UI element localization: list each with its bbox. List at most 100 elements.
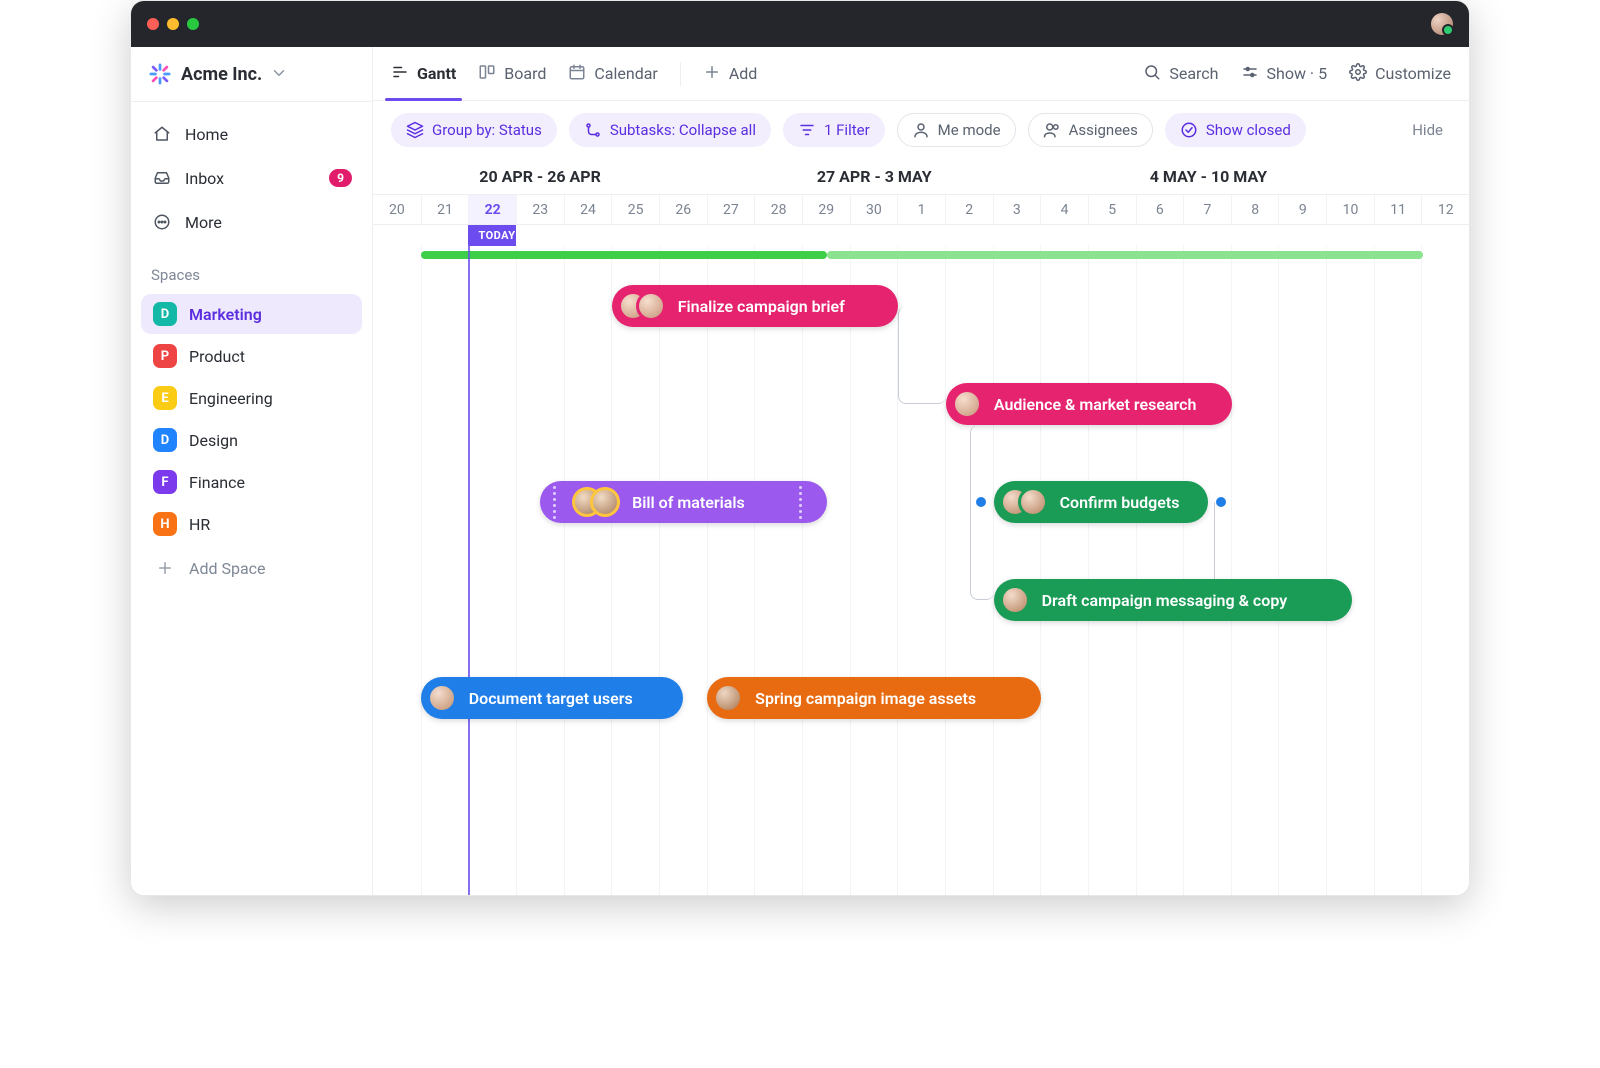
day-header: 20 [373, 195, 421, 224]
plus-icon [703, 63, 721, 85]
drag-handle-icon[interactable] [550, 486, 558, 519]
space-badge: F [153, 470, 177, 494]
nav-home[interactable]: Home [141, 114, 362, 154]
assignee-avatars [427, 683, 457, 713]
assignee-avatars [1000, 487, 1048, 517]
avatar [1000, 585, 1030, 615]
dependency-line [898, 306, 946, 404]
day-header: 2 [945, 195, 993, 224]
task-label: Finalize campaign brief [678, 297, 845, 316]
day-header: 22 [468, 195, 516, 224]
space-badge: D [153, 302, 177, 326]
layers-icon [406, 121, 424, 139]
assignee-avatars [572, 487, 620, 517]
drag-handle-icon[interactable] [797, 486, 805, 519]
assignee-avatars [713, 683, 743, 713]
task-bar[interactable]: Confirm budgets [994, 481, 1209, 523]
sliders-icon [1241, 63, 1259, 85]
space-marketing[interactable]: DMarketing [141, 294, 362, 334]
me-mode-chip[interactable]: Me mode [897, 113, 1016, 147]
check-circle-icon [1180, 121, 1198, 139]
task-bar[interactable]: Spring campaign image assets [707, 677, 1041, 719]
gantt-chart-area[interactable]: Finalize campaign brief Audience & market… [373, 245, 1469, 895]
maximize-window-button[interactable] [187, 18, 199, 30]
day-header: 6 [1136, 195, 1184, 224]
close-window-button[interactable] [147, 18, 159, 30]
day-header: 23 [516, 195, 564, 224]
show-settings-button[interactable]: Show · 5 [1241, 63, 1328, 85]
task-bar[interactable]: Finalize campaign brief [612, 285, 898, 327]
day-header: 1 [897, 195, 945, 224]
day-header: 26 [659, 195, 707, 224]
workspace-switcher[interactable]: Acme Inc. [131, 47, 372, 102]
filter-chip[interactable]: 1 Filter [783, 113, 885, 147]
window-titlebar [131, 1, 1469, 47]
space-finance[interactable]: FFinance [141, 462, 362, 502]
day-header: 25 [611, 195, 659, 224]
space-badge: P [153, 344, 177, 368]
day-header: 8 [1231, 195, 1279, 224]
more-icon [151, 213, 173, 231]
inbox-icon [151, 169, 173, 187]
day-header: 9 [1278, 195, 1326, 224]
window-controls [147, 18, 199, 30]
dependency-dot[interactable] [976, 497, 986, 507]
day-header: 5 [1088, 195, 1136, 224]
task-label: Bill of materials [632, 493, 745, 512]
dependency-dot[interactable] [1216, 497, 1226, 507]
day-header: 30 [850, 195, 898, 224]
add-view-button[interactable]: Add [703, 47, 757, 100]
task-bar[interactable]: Document target users [421, 677, 684, 719]
subtasks-chip[interactable]: Subtasks: Collapse all [569, 113, 771, 147]
group-by-chip[interactable]: Group by: Status [391, 113, 557, 147]
space-hr[interactable]: HHR [141, 504, 362, 544]
tab-gantt[interactable]: Gantt [391, 47, 456, 100]
assignees-chip[interactable]: Assignees [1028, 113, 1153, 147]
tab-calendar[interactable]: Calendar [568, 47, 657, 100]
space-design[interactable]: DDesign [141, 420, 362, 460]
current-user-avatar[interactable] [1431, 13, 1453, 35]
space-engineering[interactable]: EEngineering [141, 378, 362, 418]
view-tabs: Gantt Board Calendar Add Search Show · 5 [373, 47, 1469, 101]
avatar [636, 291, 666, 321]
show-closed-chip[interactable]: Show closed [1165, 113, 1306, 147]
task-label: Spring campaign image assets [755, 689, 976, 708]
gantt-icon [391, 63, 409, 85]
day-header: 29 [802, 195, 850, 224]
task-bar[interactable]: Draft campaign messaging & copy [994, 579, 1352, 621]
week-header: 20 APR - 26 APR [373, 159, 707, 194]
day-header: 11 [1374, 195, 1422, 224]
add-view-label: Add [729, 64, 757, 83]
assignee-avatars [618, 291, 666, 321]
space-badge: D [153, 428, 177, 452]
nav-inbox[interactable]: Inbox9 [141, 158, 362, 198]
week-header: 4 MAY - 10 MAY [1041, 159, 1375, 194]
gantt-chart: 20 APR - 26 APR27 APR - 3 MAY4 MAY - 10 … [373, 159, 1469, 895]
add-space-button[interactable]: Add Space [141, 548, 362, 588]
task-label: Document target users [469, 689, 633, 708]
day-header: 7 [1183, 195, 1231, 224]
minimize-window-button[interactable] [167, 18, 179, 30]
day-header: 4 [1040, 195, 1088, 224]
customize-button[interactable]: Customize [1349, 63, 1451, 85]
nav-more[interactable]: More [141, 202, 362, 242]
inbox-badge: 9 [329, 169, 352, 187]
space-product[interactable]: PProduct [141, 336, 362, 376]
plus-icon [153, 556, 177, 580]
task-label: Audience & market research [994, 395, 1197, 414]
task-bar[interactable]: Audience & market research [946, 383, 1232, 425]
tab-board[interactable]: Board [478, 47, 546, 100]
filter-bar: Group by: Status Subtasks: Collapse all … [373, 101, 1469, 159]
subtask-icon [584, 121, 602, 139]
hide-filters-button[interactable]: Hide [1404, 121, 1451, 139]
day-header: 3 [993, 195, 1041, 224]
assignee-avatars [952, 389, 982, 419]
search-button[interactable]: Search [1143, 63, 1218, 85]
task-label: Draft campaign messaging & copy [1042, 591, 1288, 610]
avatar [713, 683, 743, 713]
week-header: 27 APR - 3 MAY [707, 159, 1041, 194]
spaces-heading: Spaces [131, 248, 372, 292]
task-bar[interactable]: Bill of materials [540, 481, 826, 523]
add-space-label: Add Space [189, 559, 266, 578]
search-icon [1143, 63, 1161, 85]
